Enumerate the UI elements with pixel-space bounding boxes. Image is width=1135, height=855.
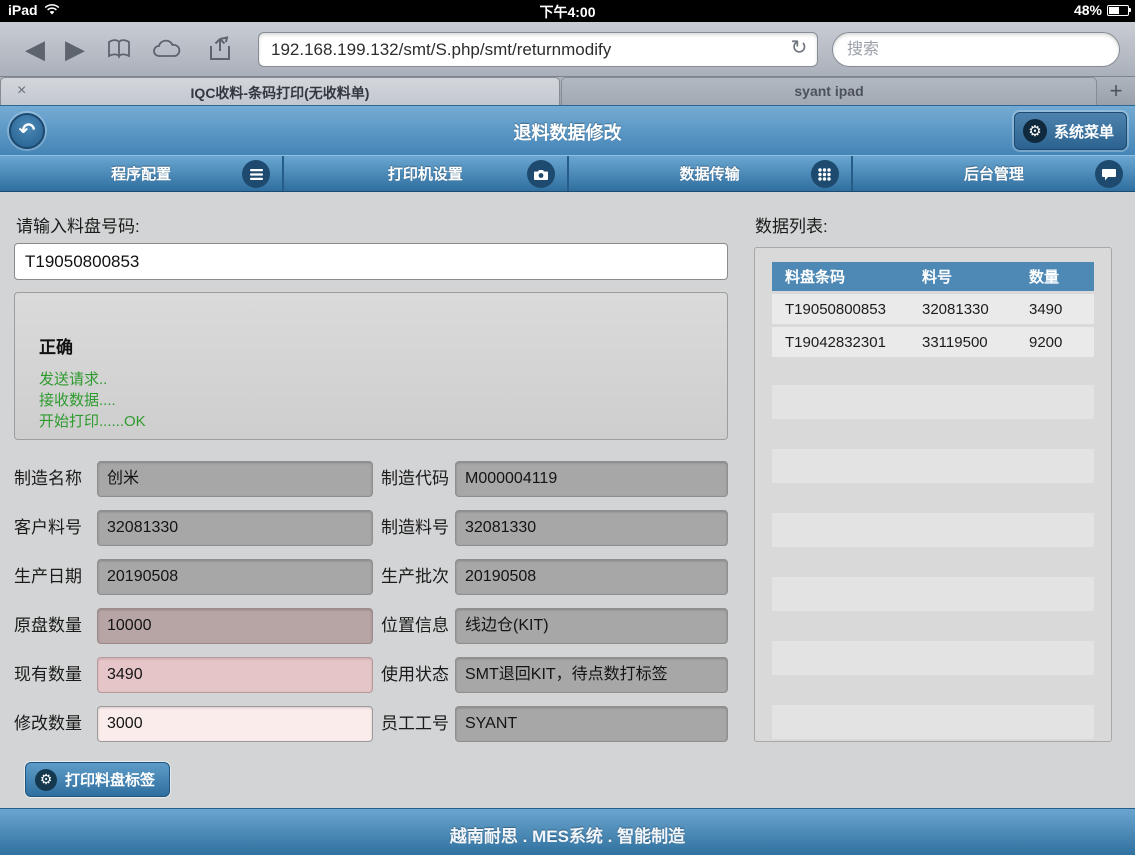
share-icon[interactable] — [204, 32, 238, 66]
tray-number-input[interactable] — [14, 243, 728, 280]
battery-icon — [1107, 5, 1129, 16]
page-title: 退料数据修改 — [0, 119, 1135, 145]
prod-date-field: 20190508 — [97, 559, 373, 595]
app-footer: 越南耐思 . MES系统 . 智能制造 — [0, 808, 1135, 855]
tab-active-title: IQC收料-条码打印(无收料单) — [41, 83, 519, 103]
current-qty-field: 3490 — [97, 657, 373, 693]
cell-qty: 3490 — [1029, 301, 1089, 318]
browser-toolbar: ◀ ▶ ↻ — [0, 22, 1135, 77]
field-label: 员工工号 — [381, 706, 463, 742]
ipad-screen: iPad 下午4:00 48% ◀ ▶ ↻ × IQC收料-条码打印( — [0, 0, 1135, 855]
print-label-button[interactable]: ⚙ 打印料盘标签 — [25, 762, 170, 797]
bookmarks-icon[interactable] — [104, 32, 134, 66]
cell-qty: 9200 — [1029, 334, 1089, 351]
original-qty-field: 10000 — [97, 608, 373, 644]
col-header-part: 料号 — [922, 266, 1029, 287]
empty-row — [772, 449, 1094, 483]
url-input[interactable] — [258, 32, 818, 67]
col-header-barcode: 料盘条码 — [772, 266, 922, 287]
tab-active[interactable]: × IQC收料-条码打印(无收料单) — [0, 77, 560, 105]
refresh-icon[interactable]: ↻ — [786, 35, 812, 60]
empty-row — [772, 577, 1094, 611]
field-label: 生产日期 — [14, 559, 96, 595]
search-input[interactable] — [832, 32, 1120, 67]
nav-item-data-transfer[interactable]: 数据传输 — [569, 156, 853, 191]
gear-icon: ⚙ — [1023, 119, 1047, 143]
forward-icon[interactable]: ▶ — [62, 32, 88, 66]
field-label: 制造料号 — [381, 510, 463, 546]
cell-barcode: T19042832301 — [772, 334, 922, 351]
field-label: 位置信息 — [381, 608, 463, 644]
back-icon[interactable]: ◀ — [22, 32, 48, 66]
usage-status-field: SMT退回KIT，待点数打标签 — [455, 657, 728, 693]
tab-inactive[interactable]: syant ipad — [561, 77, 1097, 105]
nav-label: 程序配置 — [111, 163, 171, 184]
cell-part: 32081330 — [922, 301, 1029, 318]
table-header: 料盘条码 料号 数量 — [772, 262, 1094, 291]
modify-qty-input[interactable] — [97, 706, 373, 742]
cell-part: 33119500 — [922, 334, 1029, 351]
field-label: 现有数量 — [14, 657, 96, 693]
location-field: 线边仓(KIT) — [455, 608, 728, 644]
cloud-icon[interactable] — [150, 32, 184, 66]
empty-row — [772, 641, 1094, 675]
empty-row — [772, 705, 1094, 739]
field-label: 客户料号 — [14, 510, 96, 546]
field-label: 使用状态 — [381, 657, 463, 693]
nav-item-program-config[interactable]: 程序配置 — [0, 156, 284, 191]
nav-label: 数据传输 — [680, 163, 740, 184]
result-box: 正确 发送请求.. 接收数据.... 开始打印......OK — [14, 292, 728, 440]
result-log-line: 接收数据.... — [39, 390, 146, 411]
table-row[interactable]: T19050800853 32081330 3490 — [772, 294, 1094, 324]
result-status: 正确 — [39, 333, 73, 358]
result-log-line: 发送请求.. — [39, 369, 146, 390]
empty-row — [772, 513, 1094, 547]
customer-part-field: 32081330 — [97, 510, 373, 546]
mfg-name-field: 创米 — [97, 461, 373, 497]
close-tab-icon[interactable]: × — [17, 82, 26, 100]
system-menu-label: 系统菜单 — [1054, 121, 1114, 142]
result-log-line: 开始打印......OK — [39, 411, 146, 432]
employee-id-field: SYANT — [455, 706, 728, 742]
nav-label: 后台管理 — [964, 163, 1024, 184]
app-nav-bar: 程序配置 打印机设置 数据传输 后台管理 — [0, 155, 1135, 192]
mfg-code-field: M000004119 — [455, 461, 728, 497]
prod-batch-field: 20190508 — [455, 559, 728, 595]
tray-input-label: 请输入料盘号码: — [16, 212, 140, 237]
hamburger-menu-icon — [242, 160, 270, 188]
field-label: 修改数量 — [14, 706, 96, 742]
battery-percent: 48% — [1074, 2, 1102, 18]
tab-inactive-title: syant ipad — [602, 83, 1056, 99]
grid-icon — [811, 160, 839, 188]
system-menu-button[interactable]: ⚙ 系统菜单 — [1014, 112, 1127, 150]
table-row[interactable]: T19042832301 33119500 9200 — [772, 327, 1094, 357]
mfg-part-field: 32081330 — [455, 510, 728, 546]
cell-barcode: T19050800853 — [772, 301, 922, 318]
new-tab-button[interactable]: + — [1101, 79, 1131, 103]
field-label: 生产批次 — [381, 559, 463, 595]
field-label: 制造名称 — [14, 461, 96, 497]
field-label: 原盘数量 — [14, 608, 96, 644]
footer-text: 越南耐思 . MES系统 . 智能制造 — [0, 822, 1135, 847]
gear-icon: ⚙ — [35, 769, 57, 791]
empty-row — [772, 385, 1094, 419]
camera-icon — [527, 160, 555, 188]
print-label-text: 打印料盘标签 — [65, 769, 155, 790]
chat-bubble-icon — [1095, 160, 1123, 188]
result-log: 发送请求.. 接收数据.... 开始打印......OK — [39, 369, 146, 432]
data-list-label: 数据列表: — [755, 212, 828, 237]
status-time: 下午4:00 — [0, 2, 1135, 22]
nav-label: 打印机设置 — [388, 163, 463, 184]
app-header: ↶ 退料数据修改 ⚙ 系统菜单 — [0, 105, 1135, 155]
field-label: 制造代码 — [381, 461, 463, 497]
nav-item-printer-settings[interactable]: 打印机设置 — [284, 156, 568, 191]
col-header-qty: 数量 — [1029, 266, 1089, 287]
nav-item-backend-admin[interactable]: 后台管理 — [853, 156, 1135, 191]
ios-status-bar: iPad 下午4:00 48% — [0, 0, 1135, 22]
data-list-panel: 料盘条码 料号 数量 T19050800853 32081330 3490 T1… — [754, 247, 1112, 742]
tab-bar: × IQC收料-条码打印(无收料单) syant ipad + — [0, 77, 1135, 105]
